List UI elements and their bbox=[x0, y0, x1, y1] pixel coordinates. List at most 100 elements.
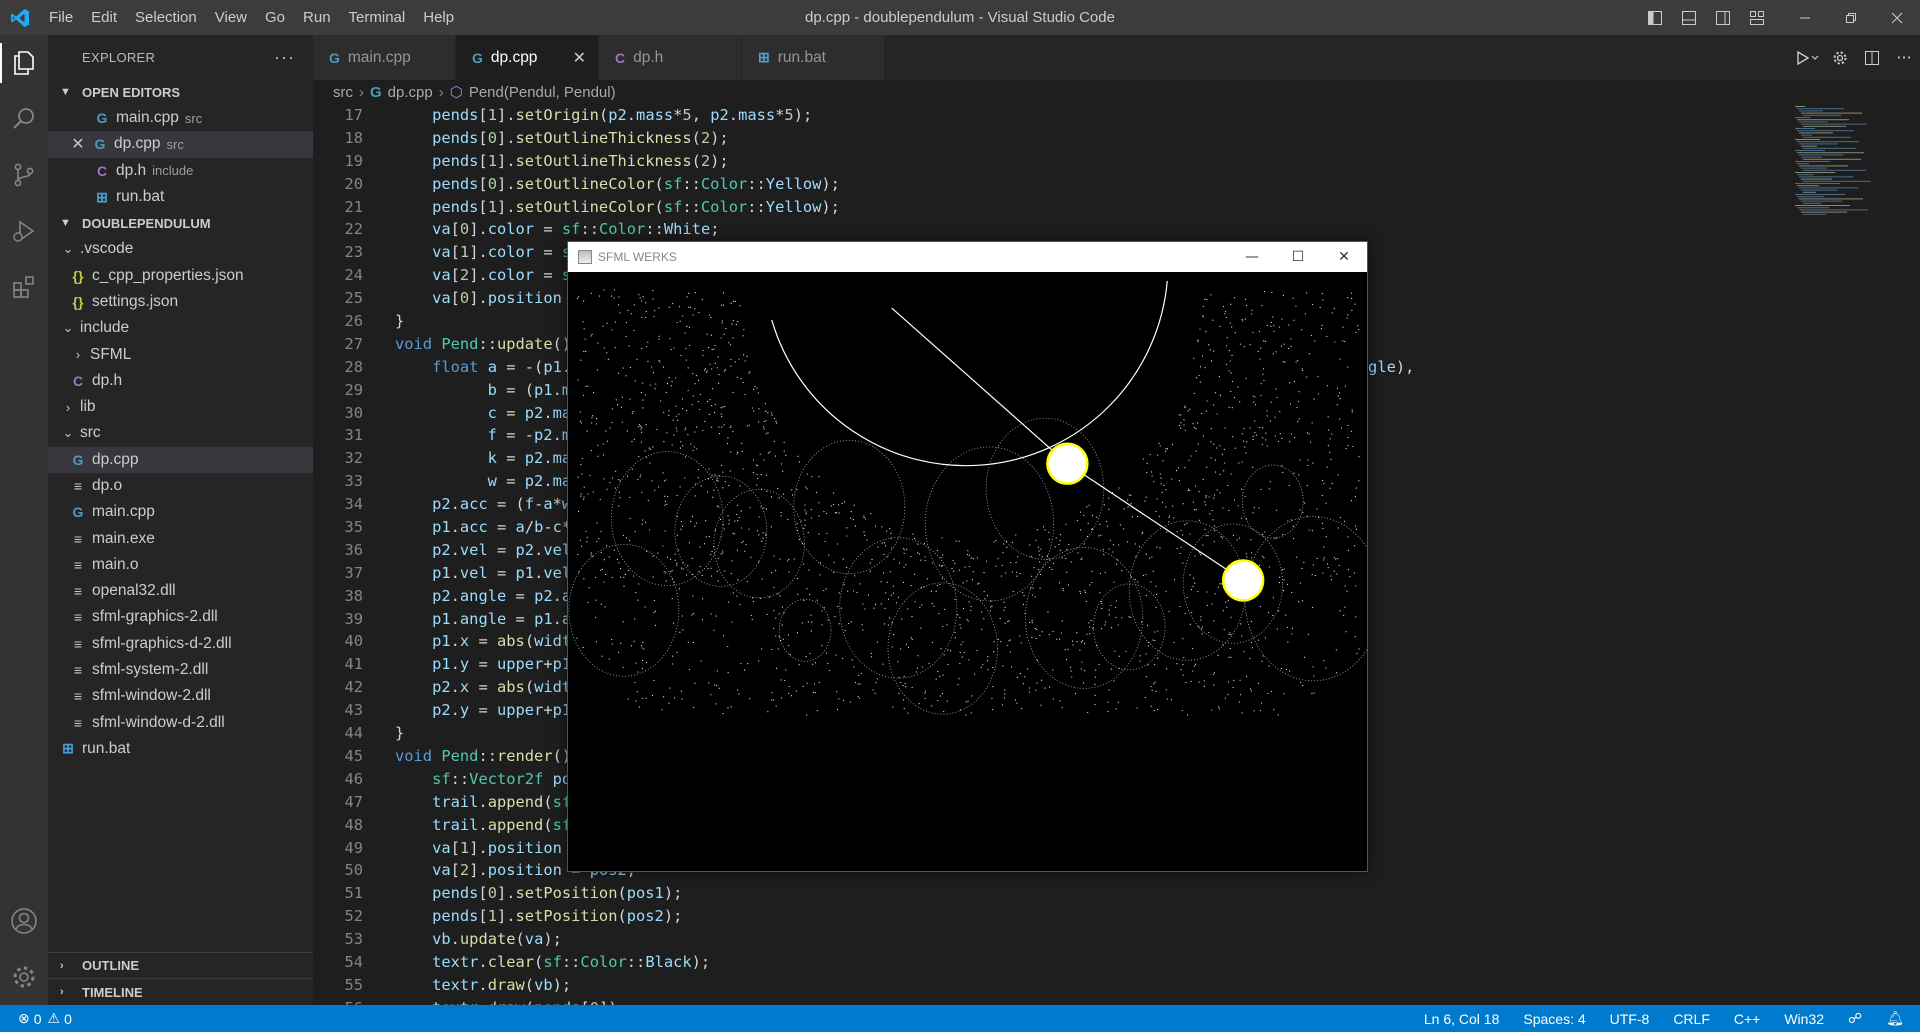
run-debug-icon[interactable] bbox=[0, 203, 48, 259]
tree-file[interactable]: Cdp.h bbox=[48, 368, 313, 394]
menu-view[interactable]: View bbox=[206, 0, 256, 35]
run-file-icon[interactable] bbox=[1792, 50, 1824, 66]
breadcrumb-folder[interactable]: src bbox=[333, 84, 353, 101]
tree-file[interactable]: ⊞ run.bat bbox=[48, 736, 313, 762]
code-line[interactable]: 55 textr.draw(vb); bbox=[313, 974, 1783, 997]
trail-loop bbox=[887, 582, 998, 715]
minimize-icon[interactable]: — bbox=[1229, 242, 1275, 272]
code-line[interactable]: 54 textr.clear(sf::Color::Black); bbox=[313, 951, 1783, 974]
open-editor-item[interactable]: Gmain.cpp src bbox=[48, 105, 313, 131]
tree-file[interactable]: ≡ sfml-system-2.dll bbox=[48, 657, 313, 683]
feedback-icon[interactable]: ☍ bbox=[1848, 1010, 1862, 1027]
encoding[interactable]: UTF-8 bbox=[1610, 1011, 1650, 1027]
tree-file[interactable]: ≡ sfml-window-d-2.dll bbox=[48, 710, 313, 736]
indentation[interactable]: Spaces: 4 bbox=[1523, 1011, 1585, 1027]
timeline-header[interactable]: › TIMELINE bbox=[48, 979, 313, 1005]
toggle-panel-icon[interactable] bbox=[1672, 0, 1706, 35]
restore-icon[interactable] bbox=[1828, 0, 1874, 35]
open-editors-header[interactable]: ▼ OPEN EDITORS bbox=[48, 79, 313, 105]
code-line[interactable]: 51 pends[0].setPosition(pos1); bbox=[313, 882, 1783, 905]
notifications-bell-icon[interactable]: 🔔︎ bbox=[1886, 1010, 1904, 1027]
close-icon[interactable]: ✕ bbox=[70, 134, 86, 154]
tree-folder[interactable]: ⌄ .vscode bbox=[48, 236, 313, 262]
toggle-secondary-sidebar-icon[interactable] bbox=[1706, 0, 1740, 35]
code-line[interactable]: 52 pends[1].setPosition(pos2); bbox=[313, 905, 1783, 928]
sfml-title-bar[interactable]: SFML WERKS — ☐ ✕ bbox=[568, 242, 1367, 272]
code-line[interactable]: 56 textr.draw(pends[0]); bbox=[313, 997, 1783, 1005]
explorer-icon[interactable] bbox=[0, 35, 48, 91]
vertical-scrollbar[interactable] bbox=[1903, 104, 1920, 1005]
chevron-right-icon: › bbox=[65, 399, 71, 415]
trail-loop bbox=[674, 475, 768, 587]
tree-file[interactable]: ≡ sfml-window-2.dll bbox=[48, 683, 313, 709]
tree-file[interactable]: ≡ main.exe bbox=[48, 525, 313, 551]
extensions-icon[interactable] bbox=[0, 259, 48, 315]
cursor-position[interactable]: Ln 6, Col 18 bbox=[1424, 1011, 1500, 1027]
menu-file[interactable]: File bbox=[40, 0, 82, 35]
settings-gear-icon[interactable] bbox=[0, 949, 48, 1005]
code-line[interactable]: 53 vb.update(va); bbox=[313, 928, 1783, 951]
menu-terminal[interactable]: Terminal bbox=[340, 0, 415, 35]
toggle-sidebar-icon[interactable] bbox=[1638, 0, 1672, 35]
source-control-icon[interactable] bbox=[0, 147, 48, 203]
minimap[interactable] bbox=[1783, 104, 1903, 1005]
language-mode[interactable]: C++ bbox=[1734, 1011, 1760, 1027]
code-line[interactable]: 18 pends[0].setOutlineThickness(2); bbox=[313, 127, 1783, 150]
customize-layout-icon[interactable] bbox=[1740, 0, 1774, 35]
tree-file[interactable]: {} c_cpp_properties.json bbox=[48, 262, 313, 288]
search-icon[interactable] bbox=[0, 91, 48, 147]
menu-go[interactable]: Go bbox=[256, 0, 294, 35]
outline-header[interactable]: › OUTLINE bbox=[48, 953, 313, 979]
tree-file[interactable]: ≡ sfml-graphics-2.dll bbox=[48, 604, 313, 630]
code-text: p2.acc = (f-a*w bbox=[432, 495, 571, 514]
breadcrumb-file[interactable]: dp.cpp bbox=[388, 84, 433, 101]
tree-file[interactable]: {} settings.json bbox=[48, 289, 313, 315]
problems-indicator[interactable]: ⊗ 0 ⚠ 0 bbox=[0, 1010, 72, 1027]
tree-file[interactable]: ≡ main.o bbox=[48, 552, 313, 578]
minimap-line bbox=[1801, 189, 1837, 191]
minimap-line bbox=[1797, 185, 1819, 187]
menu-help[interactable]: Help bbox=[414, 0, 463, 35]
line-ending[interactable]: CRLF bbox=[1673, 1011, 1710, 1027]
more-actions-icon[interactable]: ··· bbox=[1888, 48, 1920, 67]
tab-dp-h[interactable]: Cdp.h bbox=[599, 35, 742, 80]
minimize-icon[interactable] bbox=[1782, 0, 1828, 35]
tree-folder[interactable]: › lib bbox=[48, 394, 313, 420]
account-icon[interactable] bbox=[0, 893, 48, 949]
code-line[interactable]: 20 pends[0].setOutlineColor(sf::Color::Y… bbox=[313, 173, 1783, 196]
tree-file[interactable]: ≡ openal32.dll bbox=[48, 578, 313, 604]
project-header[interactable]: ▼ DOUBLEPENDULUM bbox=[48, 210, 313, 236]
menu-run[interactable]: Run bbox=[294, 0, 340, 35]
close-window-icon[interactable] bbox=[1874, 0, 1920, 35]
tab-run-bat[interactable]: ⊞ run.bat bbox=[742, 35, 885, 80]
code-line[interactable]: 19 pends[1].setOutlineThickness(2); bbox=[313, 150, 1783, 173]
menu-selection[interactable]: Selection bbox=[126, 0, 206, 35]
chevron-right-icon: › bbox=[60, 986, 64, 998]
split-editor-icon[interactable] bbox=[1856, 50, 1888, 66]
more-actions-icon[interactable]: ··· bbox=[274, 47, 295, 68]
tree-file[interactable]: ≡ dp.o bbox=[48, 473, 313, 499]
menu-edit[interactable]: Edit bbox=[82, 0, 126, 35]
maximize-icon[interactable]: ☐ bbox=[1275, 242, 1321, 272]
tab-dp-cpp[interactable]: Gdp.cpp ✕ bbox=[456, 35, 599, 80]
code-line[interactable]: 22 va[0].color = sf::Color::White; bbox=[313, 218, 1783, 241]
close-tab-icon[interactable]: ✕ bbox=[573, 48, 586, 68]
line-number: 33 bbox=[344, 472, 363, 491]
tree-file[interactable]: Gmain.cpp bbox=[48, 499, 313, 525]
tree-folder[interactable]: ⌄ src bbox=[48, 420, 313, 446]
gear-icon[interactable] bbox=[1824, 50, 1856, 66]
tree-file[interactable]: ≡ sfml-graphics-d-2.dll bbox=[48, 631, 313, 657]
platform[interactable]: Win32 bbox=[1784, 1011, 1824, 1027]
sfml-window[interactable]: SFML WERKS — ☐ ✕ bbox=[567, 241, 1383, 872]
tree-folder[interactable]: ⌄ include bbox=[48, 315, 313, 341]
open-editor-item[interactable]: Cdp.h include bbox=[48, 158, 313, 184]
open-editor-item[interactable]: ⊞ run.bat bbox=[48, 184, 313, 210]
open-editor-item[interactable]: ✕ Gdp.cpp src bbox=[48, 131, 313, 158]
breadcrumb-symbol[interactable]: Pend(Pendul, Pendul) bbox=[469, 84, 616, 101]
tree-folder[interactable]: › SFML bbox=[48, 341, 313, 367]
code-line[interactable]: 21 pends[1].setOutlineColor(sf::Color::Y… bbox=[313, 196, 1783, 219]
tab-main-cpp[interactable]: Gmain.cpp bbox=[313, 35, 456, 80]
code-line[interactable]: 17 pends[1].setOrigin(p2.mass*5, p2.mass… bbox=[313, 104, 1783, 127]
tree-file[interactable]: Gdp.cpp bbox=[48, 446, 313, 473]
close-window-icon[interactable]: ✕ bbox=[1321, 242, 1367, 272]
